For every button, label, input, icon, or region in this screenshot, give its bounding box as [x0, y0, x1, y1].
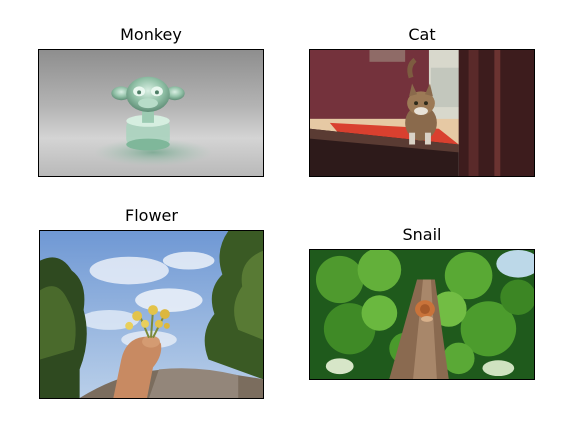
snail-image [309, 249, 535, 380]
monkey-image [38, 49, 264, 177]
panel-title-flower: Flower [125, 206, 178, 225]
cat-image [309, 49, 535, 177]
panel-title-snail: Snail [402, 225, 442, 244]
flower-image [39, 230, 264, 399]
panel-title-monkey: Monkey [120, 25, 182, 44]
panel-title-cat: Cat [408, 25, 436, 44]
